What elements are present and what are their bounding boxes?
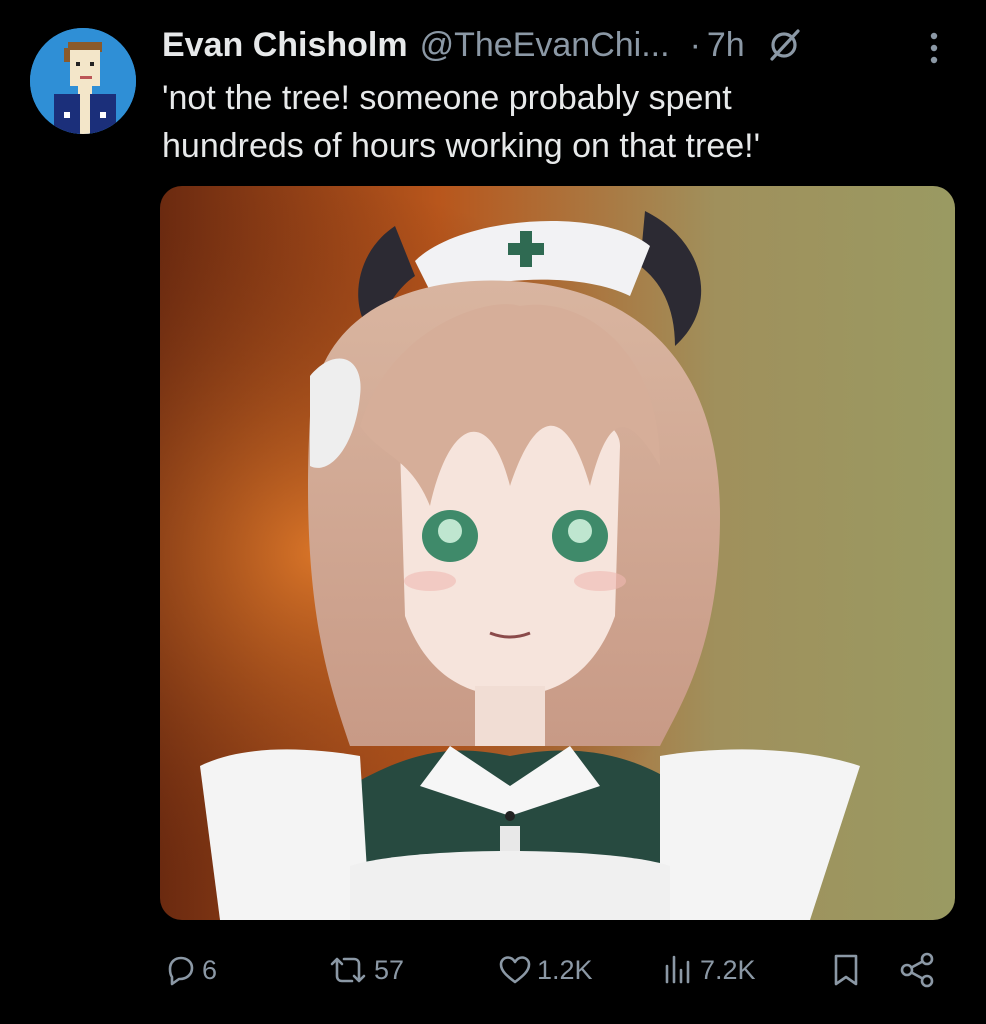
pixel-person-icon: [30, 28, 136, 134]
retweet-count: 57: [374, 954, 405, 985]
reply-count: 6: [202, 954, 218, 985]
share-button[interactable]: [897, 940, 937, 1000]
tweet-action-bar: 6 57 1.2K 7.2K: [0, 940, 986, 1000]
separator-dot: ·: [689, 25, 701, 64]
view-count: 7.2K: [700, 954, 756, 985]
heart-icon: [499, 956, 531, 984]
author-avatar[interactable]: [30, 28, 136, 134]
like-count: 1.2K: [537, 954, 593, 985]
author-name[interactable]: Evan Chisholm: [162, 26, 408, 65]
like-button[interactable]: 1.2K: [497, 940, 593, 1000]
reply-icon: [168, 956, 194, 986]
more-options-icon[interactable]: [924, 30, 944, 66]
views-chart-icon: [665, 955, 690, 984]
views-button[interactable]: 7.2K: [660, 940, 756, 1000]
tweet-time[interactable]: 7h: [707, 26, 745, 65]
bookmark-button[interactable]: [828, 940, 864, 1000]
tweet-media-image[interactable]: [160, 186, 955, 920]
grok-icon[interactable]: [767, 28, 801, 62]
author-handle[interactable]: @TheEvanChi...: [420, 26, 670, 65]
bookmark-icon: [834, 954, 858, 986]
tweet-text: 'not the tree! someone probably spent hu…: [162, 79, 761, 165]
retweet-button[interactable]: 57: [326, 940, 404, 1000]
share-icon: [900, 952, 934, 988]
tweet-header: Evan Chisholm @TheEvanChi... · 7h: [162, 22, 801, 68]
reply-button[interactable]: 6: [162, 940, 217, 1000]
retweet-icon: [330, 957, 366, 983]
